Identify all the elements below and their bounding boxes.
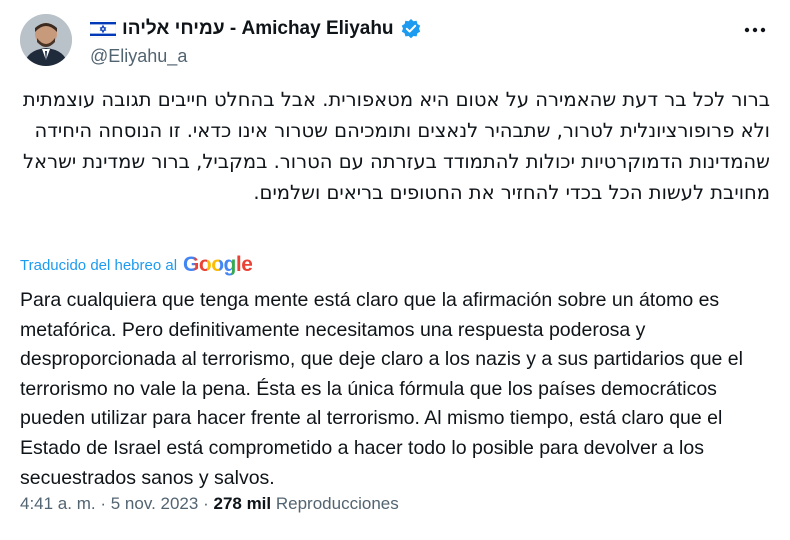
verified-badge-icon — [400, 18, 422, 40]
translation-attribution[interactable]: Traducido del hebreo al Google — [20, 253, 253, 277]
meta-separator: · — [100, 494, 107, 513]
translated-label: Traducido del hebreo al — [20, 256, 178, 274]
author-handle[interactable]: @Eliyahu_a — [90, 46, 187, 67]
tweet-header: עמיחי אליהו - Amichay Eliyahu @Eliyahu_a — [20, 14, 770, 70]
more-horizontal-icon — [744, 27, 766, 33]
meta-separator-2: · — [203, 494, 209, 513]
avatar[interactable] — [20, 14, 72, 66]
google-logo: Google — [183, 253, 253, 277]
tweet-date[interactable]: 5 nov. 2023 — [111, 494, 199, 513]
tweet-metadata: 4:41 a. m. · 5 nov. 2023 · 278 mil Repro… — [20, 494, 399, 514]
tweet-original-text: ברור לכל בר דעת שהאמירה על אטום היא מטאפ… — [22, 88, 770, 204]
author-name-row[interactable]: עמיחי אליהו - Amichay Eliyahu — [89, 16, 422, 42]
tweet-translated-text: Para cualquiera que tenga mente está cla… — [20, 289, 743, 489]
more-options-button[interactable] — [740, 18, 770, 42]
tweet-time[interactable]: 4:41 a. m. — [20, 494, 96, 513]
views-count: 278 mil — [213, 494, 272, 513]
israel-flag-icon — [89, 19, 117, 39]
views-label: Reproducciones — [275, 494, 399, 513]
author-display-name: עמיחי אליהו - Amichay Eliyahu — [122, 18, 394, 39]
translation-provider: Google — [183, 253, 253, 276]
